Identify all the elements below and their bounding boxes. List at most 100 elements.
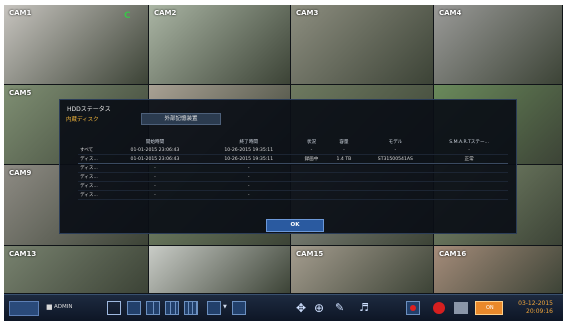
camera-tile[interactable]: CAM3 (291, 5, 433, 84)
table-cell (295, 190, 328, 200)
table-cell: ディス... (78, 163, 108, 173)
table-cell (327, 163, 361, 173)
hdd-table: 開始時間 終了時間 状況 容量 モデル S.M.A.R.Tステー... すべて 0… (78, 138, 508, 200)
table-cell: ディス... (78, 181, 108, 191)
table-cell (360, 190, 431, 200)
table-cell: 1.4 TB (327, 154, 361, 164)
table-cell (360, 163, 431, 173)
table-cell: - (108, 163, 202, 173)
camera-status-indicator: C (124, 11, 131, 21)
brand-logo (9, 301, 39, 316)
camera-tile[interactable]: CAM13 (4, 246, 148, 293)
table-cell (295, 181, 328, 191)
camera-tile[interactable]: CAM15 (291, 246, 433, 293)
table-cell: - (327, 146, 361, 155)
table-cell: ST31500541AS (360, 154, 431, 164)
table-cell (430, 163, 508, 173)
event-on-button[interactable]: ON (475, 301, 503, 315)
table-row[interactable]: ディス... - - (78, 163, 508, 173)
grid-view-icon[interactable] (232, 301, 246, 315)
camera-tile[interactable]: CAM4 (434, 5, 562, 84)
layout-1-icon[interactable] (127, 301, 141, 315)
camera-tile[interactable]: CAM16 (434, 246, 562, 293)
camera-label: CAM15 (296, 250, 324, 258)
column-header: モデル (388, 140, 403, 145)
table-cell: 10-26-2015 19:35:11 (201, 154, 296, 164)
zoom-icon[interactable]: ⊕ (314, 301, 324, 315)
camera-label: CAM16 (439, 250, 467, 258)
table-cell: - (360, 146, 431, 155)
user-name: ADMIN (54, 304, 73, 310)
taskbar: ■ ADMIN ▼ ✥ ⊕ ✎ ♬ ON 03-12-2015 20:09:16 (4, 294, 563, 321)
table-cell (295, 172, 328, 182)
table-cell (295, 163, 328, 173)
record-icon[interactable] (406, 301, 420, 315)
table-cell: - (201, 163, 296, 173)
table-cell (360, 172, 431, 182)
camera-label: CAM2 (154, 9, 177, 17)
column-header: 容量 (339, 140, 349, 145)
audio-icon[interactable]: ♬ (359, 301, 369, 314)
table-cell: 01-01-2015 23:06:43 (108, 154, 202, 164)
camera-label: CAM4 (439, 9, 462, 17)
tab-internal-disk[interactable]: 内蔵ディスク (66, 115, 99, 123)
table-cell: 録画中 (295, 154, 328, 164)
table-cell: 10-26-2015 19:35:11 (201, 146, 296, 155)
table-cell: - (108, 181, 202, 191)
table-cell (430, 190, 508, 200)
table-row[interactable]: ディス... - - (78, 181, 508, 191)
column-header: S.M.A.R.Tステー... (449, 140, 489, 145)
table-row[interactable]: すべて 01-01-2015 23:06:43 10-26-2015 19:35:1… (78, 146, 508, 155)
table-cell (327, 190, 361, 200)
ok-button[interactable]: OK (266, 219, 324, 232)
time-text: 20:09:16 (526, 308, 553, 315)
table-cell: - (201, 172, 296, 182)
dialog-title: HDDステータス (67, 106, 111, 113)
hdd-status-dialog: HDDステータス 内蔵ディスク 外部記憶装置 開始時間 終了時間 状況 容量 モ… (59, 99, 517, 234)
layout-16-icon[interactable] (184, 301, 198, 315)
date-text: 03-12-2015 (518, 300, 553, 307)
ptz-icon[interactable]: ✥ (296, 301, 306, 315)
layout-4-icon[interactable] (146, 301, 160, 315)
layout-9-icon[interactable] (165, 301, 179, 315)
sequence-icon[interactable] (207, 301, 221, 315)
table-cell: すべて (78, 146, 108, 155)
table-cell: - (108, 190, 202, 200)
column-header: 開始時間 (145, 140, 165, 145)
network-icon[interactable] (454, 302, 468, 314)
alarm-icon[interactable] (433, 302, 445, 314)
fullscreen-icon[interactable] (107, 301, 121, 315)
table-cell (360, 181, 431, 191)
table-row[interactable]: ディス... 01-01-2015 23:06:43 10-26-2015 19:3… (78, 154, 508, 164)
table-cell (327, 172, 361, 182)
camera-label: CAM13 (9, 250, 37, 258)
column-header: 終了時間 (239, 140, 258, 145)
user-icon: ■ (46, 303, 53, 311)
table-cell: 正常 (430, 154, 508, 164)
table-cell: - (201, 181, 296, 191)
table-cell (430, 172, 508, 182)
table-row[interactable]: ディス... - - (78, 172, 508, 182)
column-header: 状況 (306, 140, 317, 145)
dvr-screen: CAM1 C CAM2 CAM3 CAM4 CAM5 CAM9 CAM13 CAM15 CAM16… (4, 5, 563, 321)
table-row[interactable]: ディス... - - (78, 190, 508, 200)
table-cell: - (295, 146, 328, 155)
chevron-down-icon[interactable]: ▼ (223, 304, 227, 310)
camera-tile[interactable] (149, 246, 290, 293)
table-cell: ディス... (78, 172, 108, 182)
tab-external-storage[interactable]: 外部記憶装置 (141, 113, 221, 125)
table-cell (430, 181, 508, 191)
clock: 03-12-2015 20:09:16 (518, 300, 553, 316)
table-cell: ディス... (78, 190, 108, 200)
table-cell: ディス... (78, 154, 108, 164)
camera-label: CAM3 (296, 9, 319, 17)
camera-label: CAM9 (9, 169, 32, 177)
camera-tile[interactable]: CAM2 (149, 5, 290, 84)
edit-icon[interactable]: ✎ (335, 301, 344, 314)
table-cell: 01-01-2015 23:06:43 (108, 146, 202, 155)
column-header (78, 138, 108, 146)
table-cell (327, 181, 361, 191)
camera-label: CAM5 (9, 89, 32, 97)
table-cell: - (430, 146, 508, 155)
camera-tile[interactable]: CAM1 C (4, 5, 148, 84)
